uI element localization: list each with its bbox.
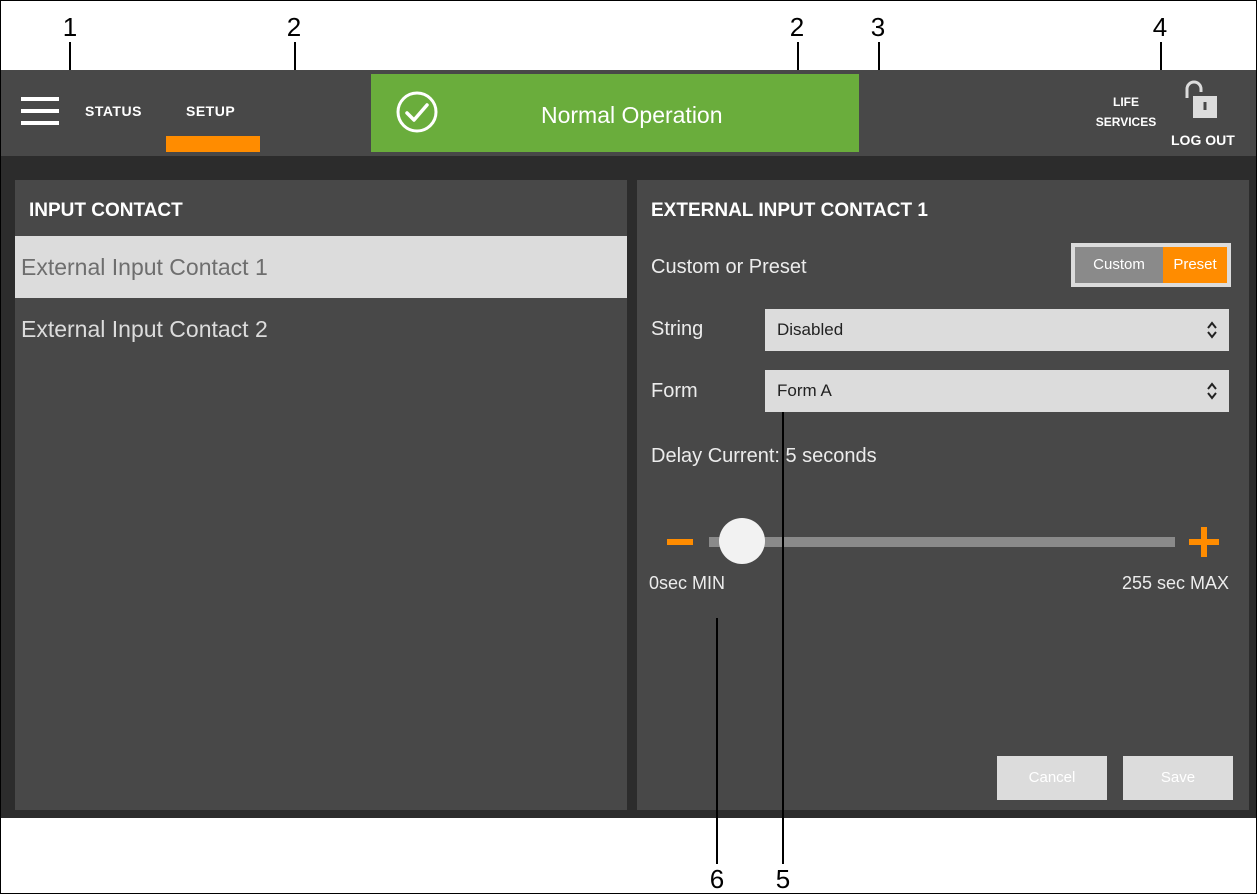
check-circle-icon — [396, 91, 438, 133]
active-tab-indicator — [166, 136, 260, 152]
callout-line — [782, 412, 784, 864]
life-services-button[interactable]: LIFE SERVICES — [1086, 92, 1166, 132]
mode-label: Custom or Preset — [651, 256, 807, 278]
status-banner[interactable]: Normal Operation — [371, 74, 859, 152]
delay-slider-track[interactable] — [709, 537, 1175, 547]
cancel-button[interactable]: Cancel — [997, 756, 1107, 800]
chevron-up-down-icon — [1207, 382, 1217, 400]
tab-setup[interactable]: SETUP — [186, 103, 235, 119]
delay-slider-knob[interactable] — [719, 518, 765, 564]
chevron-up-down-icon — [1207, 321, 1217, 339]
delay-current-text: Delay Current: 5 seconds — [651, 445, 877, 467]
form-label: Form — [651, 380, 698, 402]
panel-title: INPUT CONTACT — [29, 200, 183, 221]
list-item-contact-2[interactable]: External Input Contact 2 — [15, 298, 627, 360]
callout-number: 5 — [775, 864, 791, 894]
form-select[interactable]: Form A — [765, 370, 1229, 412]
logout-button[interactable]: LOG OUT — [1171, 132, 1235, 148]
callout-number: 6 — [709, 864, 725, 894]
callout-line — [716, 618, 718, 864]
tab-status[interactable]: STATUS — [85, 103, 142, 119]
plus-icon[interactable] — [1201, 527, 1207, 557]
status-text: Normal Operation — [541, 102, 723, 128]
custom-preset-toggle[interactable]: Custom Preset — [1071, 243, 1231, 287]
custom-option[interactable]: Custom — [1075, 247, 1163, 283]
preset-option[interactable]: Preset — [1163, 247, 1227, 283]
string-select-value: Disabled — [777, 320, 844, 339]
callout-number: 2 — [789, 12, 805, 42]
hamburger-icon[interactable] — [21, 97, 59, 127]
string-label: String — [651, 318, 704, 340]
top-bar: STATUS SETUP Normal Operation LIFE SERVI… — [1, 70, 1256, 156]
callout-number: 1 — [62, 12, 78, 42]
minus-icon[interactable] — [667, 539, 693, 545]
slider-max-label: 255 sec MAX — [1121, 573, 1229, 593]
panel-title: EXTERNAL INPUT CONTACT 1 — [651, 200, 928, 221]
input-contact-panel: INPUT CONTACT External Input Contact 1 E… — [15, 180, 627, 810]
save-button[interactable]: Save — [1123, 756, 1233, 800]
app-window: STATUS SETUP Normal Operation LIFE SERVI… — [1, 70, 1256, 818]
callout-number: 4 — [1152, 12, 1168, 42]
contact-settings-panel: EXTERNAL INPUT CONTACT 1 Custom or Prese… — [637, 180, 1249, 810]
callout-number: 2 — [286, 12, 302, 42]
callout-number: 3 — [870, 12, 886, 42]
form-select-value: Form A — [777, 381, 832, 400]
string-select[interactable]: Disabled — [765, 309, 1229, 351]
slider-min-label: 0sec MIN — [649, 573, 726, 593]
list-item-contact-1[interactable]: External Input Contact 1 — [15, 236, 627, 298]
unlocked-padlock-icon[interactable] — [1183, 80, 1219, 120]
